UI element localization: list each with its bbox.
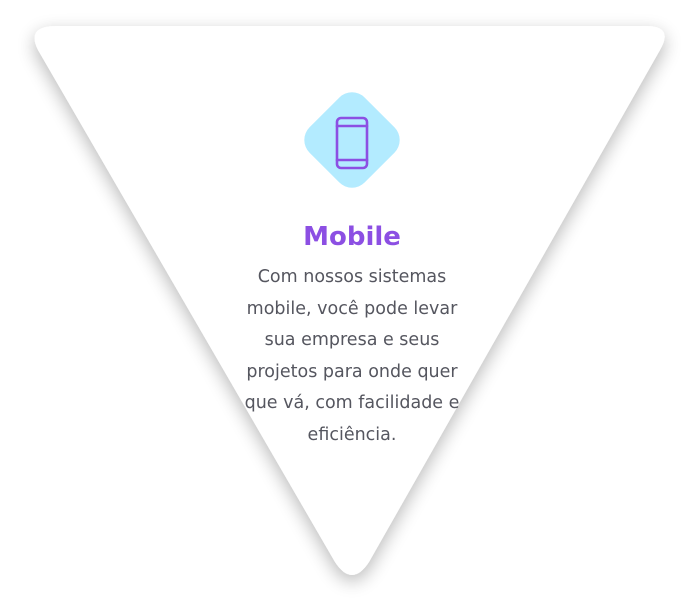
card-description: Com nossos sistemas mobile, você pode le…: [244, 267, 460, 445]
card-title: Mobile: [303, 222, 401, 252]
service-card: Mobile Com nossos sistemas mobile, você …: [0, 0, 688, 604]
smartphone-icon-badge: [292, 80, 412, 200]
smartphone-icon: [304, 92, 400, 188]
